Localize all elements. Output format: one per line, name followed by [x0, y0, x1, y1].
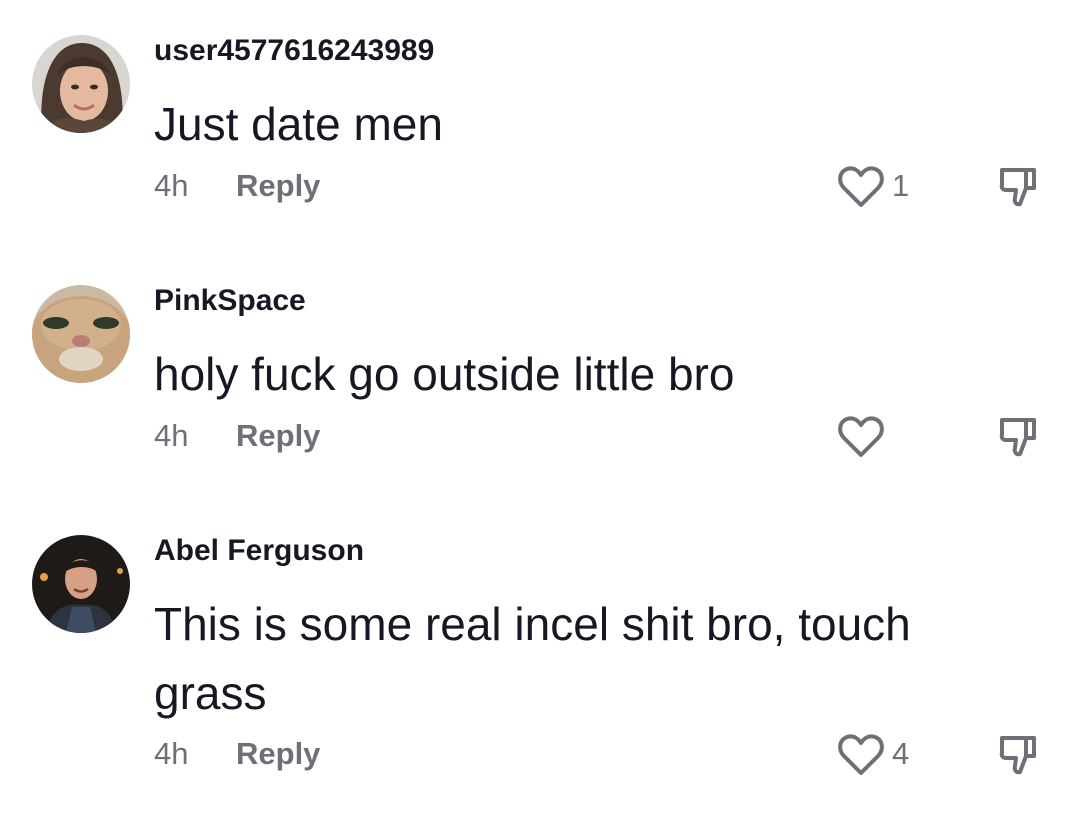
dislike-button[interactable]	[996, 414, 1044, 462]
avatar[interactable]	[32, 285, 130, 383]
like-count: 1	[892, 168, 910, 203]
comment-item: user4577616243989 Just date men 4h Reply…	[0, 0, 1080, 250]
comment-text: holy fuck go outside little bro	[154, 348, 735, 400]
reply-button[interactable]: Reply	[236, 168, 320, 204]
heart-outline-icon	[838, 734, 884, 775]
comment-timestamp: 4h	[154, 168, 189, 203]
thumbs-down-icon	[999, 168, 1036, 207]
reply-button[interactable]: Reply	[236, 736, 320, 772]
avatar[interactable]	[32, 535, 130, 633]
comment-item: PinkSpace holy fuck go outside little br…	[0, 250, 1080, 500]
username[interactable]: Abel Ferguson	[154, 534, 364, 568]
like-button[interactable]	[836, 415, 886, 459]
reply-button[interactable]: Reply	[236, 418, 320, 454]
like-button[interactable]	[836, 733, 886, 777]
like-button[interactable]	[836, 165, 886, 209]
like-count: 4	[892, 736, 910, 771]
avatar-photo	[32, 535, 130, 633]
heart-outline-icon	[838, 166, 884, 207]
username[interactable]: user4577616243989	[154, 34, 434, 68]
dislike-button[interactable]	[996, 732, 1044, 780]
comment-timestamp: 4h	[154, 736, 189, 771]
comment-timestamp: 4h	[154, 418, 189, 453]
heart-outline-icon	[838, 416, 884, 457]
avatar-photo	[32, 35, 130, 133]
comment-text: Just date men	[154, 98, 443, 150]
comment-item: Abel Ferguson This is some real incel sh…	[0, 500, 1080, 828]
avatar[interactable]	[32, 35, 130, 133]
dislike-button[interactable]	[996, 164, 1044, 212]
username[interactable]: PinkSpace	[154, 284, 306, 318]
avatar-photo	[32, 285, 130, 383]
thumbs-down-icon	[999, 736, 1036, 775]
thumbs-down-icon	[999, 418, 1036, 457]
comment-text: This is some real incel shit bro, touch …	[154, 598, 911, 719]
